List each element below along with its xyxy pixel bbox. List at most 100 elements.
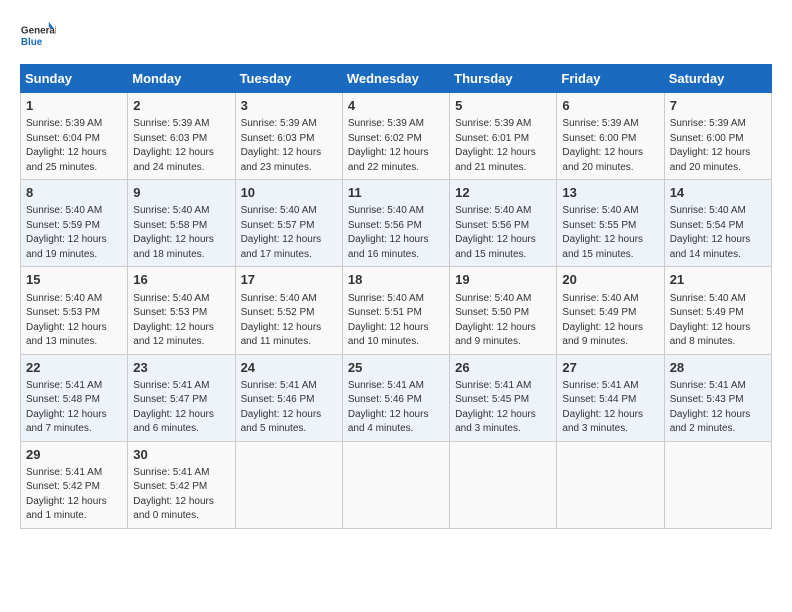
logo-icon: General Blue bbox=[20, 20, 56, 56]
logo: General Blue bbox=[20, 20, 56, 56]
calendar-cell: 10 Sunrise: 5:40 AM Sunset: 5:57 PM Dayli… bbox=[235, 180, 342, 267]
calendar-cell: 9Sunrise: 5:40 AM Sunset: 5:58 PM Daylig… bbox=[128, 180, 235, 267]
calendar-week-row: 1 Sunrise: 5:39 AM Sunset: 6:04 PM Daylig… bbox=[21, 93, 772, 180]
calendar-cell: 16 Sunrise: 5:40 AM Sunset: 5:53 PM Dayli… bbox=[128, 267, 235, 354]
day-number: 12 bbox=[455, 184, 551, 202]
day-info: Sunrise: 5:41 AM Sunset: 5:43 PM Dayligh… bbox=[670, 379, 766, 437]
calendar-week-row: 29 Sunrise: 5:41 AM Sunset: 5:42 PM Dayli… bbox=[21, 441, 772, 528]
day-info: Sunrise: 5:41 AM Sunset: 5:44 PM Dayligh… bbox=[562, 379, 658, 437]
weekday-header-thursday: Thursday bbox=[450, 65, 557, 93]
calendar-cell bbox=[235, 441, 342, 528]
day-number: 23 bbox=[133, 359, 229, 377]
calendar-cell bbox=[450, 441, 557, 528]
calendar-cell: 29 Sunrise: 5:41 AM Sunset: 5:42 PM Dayli… bbox=[21, 441, 128, 528]
day-info: Sunrise: 5:39 AM Sunset: 6:02 PM Dayligh… bbox=[348, 117, 444, 175]
calendar-cell: 8 Sunrise: 5:40 AM Sunset: 5:59 PM Daylig… bbox=[21, 180, 128, 267]
day-info: Sunrise: 5:40 AM Sunset: 5:53 PM Dayligh… bbox=[133, 292, 229, 350]
calendar-cell: 20 Sunrise: 5:40 AM Sunset: 5:49 PM Dayli… bbox=[557, 267, 664, 354]
day-info: Sunrise: 5:40 AM Sunset: 5:52 PM Dayligh… bbox=[241, 292, 337, 350]
day-number: 24 bbox=[241, 359, 337, 377]
day-info: Sunrise: 5:40 AM Sunset: 5:53 PM Dayligh… bbox=[26, 292, 122, 350]
day-number: 27 bbox=[562, 359, 658, 377]
calendar-cell: 28 Sunrise: 5:41 AM Sunset: 5:43 PM Dayli… bbox=[664, 354, 771, 441]
calendar-cell: 17Sunrise: 5:40 AM Sunset: 5:52 PM Dayli… bbox=[235, 267, 342, 354]
calendar-cell: 27 Sunrise: 5:41 AM Sunset: 5:44 PM Dayli… bbox=[557, 354, 664, 441]
calendar-cell: 5 Sunrise: 5:39 AM Sunset: 6:01 PM Daylig… bbox=[450, 93, 557, 180]
day-info: Sunrise: 5:39 AM Sunset: 6:03 PM Dayligh… bbox=[241, 117, 337, 175]
calendar-cell: 7 Sunrise: 5:39 AM Sunset: 6:00 PM Daylig… bbox=[664, 93, 771, 180]
svg-text:Blue: Blue bbox=[21, 37, 43, 48]
calendar-cell: 2 Sunrise: 5:39 AM Sunset: 6:03 PM Daylig… bbox=[128, 93, 235, 180]
calendar-cell: 3 Sunrise: 5:39 AM Sunset: 6:03 PM Daylig… bbox=[235, 93, 342, 180]
day-info: Sunrise: 5:39 AM Sunset: 6:03 PM Dayligh… bbox=[133, 117, 229, 175]
day-info: Sunrise: 5:40 AM Sunset: 5:58 PM Dayligh… bbox=[133, 204, 229, 262]
calendar-cell: 13 Sunrise: 5:40 AM Sunset: 5:55 PM Dayli… bbox=[557, 180, 664, 267]
day-info: Sunrise: 5:41 AM Sunset: 5:46 PM Dayligh… bbox=[348, 379, 444, 437]
day-info: Sunrise: 5:39 AM Sunset: 6:00 PM Dayligh… bbox=[670, 117, 766, 175]
day-info: Sunrise: 5:40 AM Sunset: 5:57 PM Dayligh… bbox=[241, 204, 337, 262]
calendar-cell: 23 Sunrise: 5:41 AM Sunset: 5:47 PM Dayli… bbox=[128, 354, 235, 441]
day-number: 29 bbox=[26, 446, 122, 464]
weekday-header-saturday: Saturday bbox=[664, 65, 771, 93]
calendar-cell: 21 Sunrise: 5:40 AM Sunset: 5:49 PM Dayli… bbox=[664, 267, 771, 354]
day-info: Sunrise: 5:40 AM Sunset: 5:55 PM Dayligh… bbox=[562, 204, 658, 262]
calendar-cell: 25 Sunrise: 5:41 AM Sunset: 5:46 PM Dayli… bbox=[342, 354, 449, 441]
calendar-cell: 15 Sunrise: 5:40 AM Sunset: 5:53 PM Dayli… bbox=[21, 267, 128, 354]
day-info: Sunrise: 5:41 AM Sunset: 5:42 PM Dayligh… bbox=[133, 466, 229, 524]
day-number: 18 bbox=[348, 271, 444, 289]
calendar-week-row: 22Sunrise: 5:41 AM Sunset: 5:48 PM Dayli… bbox=[21, 354, 772, 441]
day-number: 22 bbox=[26, 359, 122, 377]
day-number: 8 bbox=[26, 184, 122, 202]
day-number: 21 bbox=[670, 271, 766, 289]
day-info: Sunrise: 5:40 AM Sunset: 5:59 PM Dayligh… bbox=[26, 204, 122, 262]
calendar-cell: 30 Sunrise: 5:41 AM Sunset: 5:42 PM Dayli… bbox=[128, 441, 235, 528]
day-info: Sunrise: 5:41 AM Sunset: 5:45 PM Dayligh… bbox=[455, 379, 551, 437]
day-info: Sunrise: 5:41 AM Sunset: 5:46 PM Dayligh… bbox=[241, 379, 337, 437]
calendar-cell: 1 Sunrise: 5:39 AM Sunset: 6:04 PM Daylig… bbox=[21, 93, 128, 180]
day-info: Sunrise: 5:40 AM Sunset: 5:54 PM Dayligh… bbox=[670, 204, 766, 262]
calendar-cell bbox=[342, 441, 449, 528]
day-number: 5 bbox=[455, 97, 551, 115]
day-number: 4 bbox=[348, 97, 444, 115]
day-info: Sunrise: 5:39 AM Sunset: 6:01 PM Dayligh… bbox=[455, 117, 551, 175]
page-header: General Blue bbox=[20, 20, 772, 56]
day-number: 10 bbox=[241, 184, 337, 202]
day-number: 13 bbox=[562, 184, 658, 202]
weekday-header-sunday: Sunday bbox=[21, 65, 128, 93]
day-number: 25 bbox=[348, 359, 444, 377]
day-info: Sunrise: 5:40 AM Sunset: 5:56 PM Dayligh… bbox=[455, 204, 551, 262]
weekday-header-friday: Friday bbox=[557, 65, 664, 93]
day-info: Sunrise: 5:39 AM Sunset: 6:00 PM Dayligh… bbox=[562, 117, 658, 175]
calendar-cell: 6Sunrise: 5:39 AM Sunset: 6:00 PM Daylig… bbox=[557, 93, 664, 180]
day-number: 7 bbox=[670, 97, 766, 115]
day-number: 1 bbox=[26, 97, 122, 115]
calendar-cell: 22Sunrise: 5:41 AM Sunset: 5:48 PM Dayli… bbox=[21, 354, 128, 441]
weekday-header-row: SundayMondayTuesdayWednesdayThursdayFrid… bbox=[21, 65, 772, 93]
day-info: Sunrise: 5:40 AM Sunset: 5:51 PM Dayligh… bbox=[348, 292, 444, 350]
day-info: Sunrise: 5:40 AM Sunset: 5:49 PM Dayligh… bbox=[670, 292, 766, 350]
day-info: Sunrise: 5:40 AM Sunset: 5:50 PM Dayligh… bbox=[455, 292, 551, 350]
day-info: Sunrise: 5:41 AM Sunset: 5:42 PM Dayligh… bbox=[26, 466, 122, 524]
calendar-cell: 18 Sunrise: 5:40 AM Sunset: 5:51 PM Dayli… bbox=[342, 267, 449, 354]
calendar-cell: 26 Sunrise: 5:41 AM Sunset: 5:45 PM Dayli… bbox=[450, 354, 557, 441]
day-info: Sunrise: 5:41 AM Sunset: 5:47 PM Dayligh… bbox=[133, 379, 229, 437]
day-number: 3 bbox=[241, 97, 337, 115]
weekday-header-wednesday: Wednesday bbox=[342, 65, 449, 93]
day-number: 15 bbox=[26, 271, 122, 289]
day-number: 20 bbox=[562, 271, 658, 289]
day-number: 16 bbox=[133, 271, 229, 289]
day-info: Sunrise: 5:40 AM Sunset: 5:49 PM Dayligh… bbox=[562, 292, 658, 350]
calendar-week-row: 15 Sunrise: 5:40 AM Sunset: 5:53 PM Dayli… bbox=[21, 267, 772, 354]
day-number: 11 bbox=[348, 184, 444, 202]
day-info: Sunrise: 5:39 AM Sunset: 6:04 PM Dayligh… bbox=[26, 117, 122, 175]
calendar-cell bbox=[557, 441, 664, 528]
calendar-cell: 14 Sunrise: 5:40 AM Sunset: 5:54 PM Dayli… bbox=[664, 180, 771, 267]
calendar-cell: 4 Sunrise: 5:39 AM Sunset: 6:02 PM Daylig… bbox=[342, 93, 449, 180]
calendar-table: SundayMondayTuesdayWednesdayThursdayFrid… bbox=[20, 64, 772, 529]
day-number: 2 bbox=[133, 97, 229, 115]
day-number: 30 bbox=[133, 446, 229, 464]
day-number: 14 bbox=[670, 184, 766, 202]
day-number: 28 bbox=[670, 359, 766, 377]
calendar-cell bbox=[664, 441, 771, 528]
day-number: 26 bbox=[455, 359, 551, 377]
